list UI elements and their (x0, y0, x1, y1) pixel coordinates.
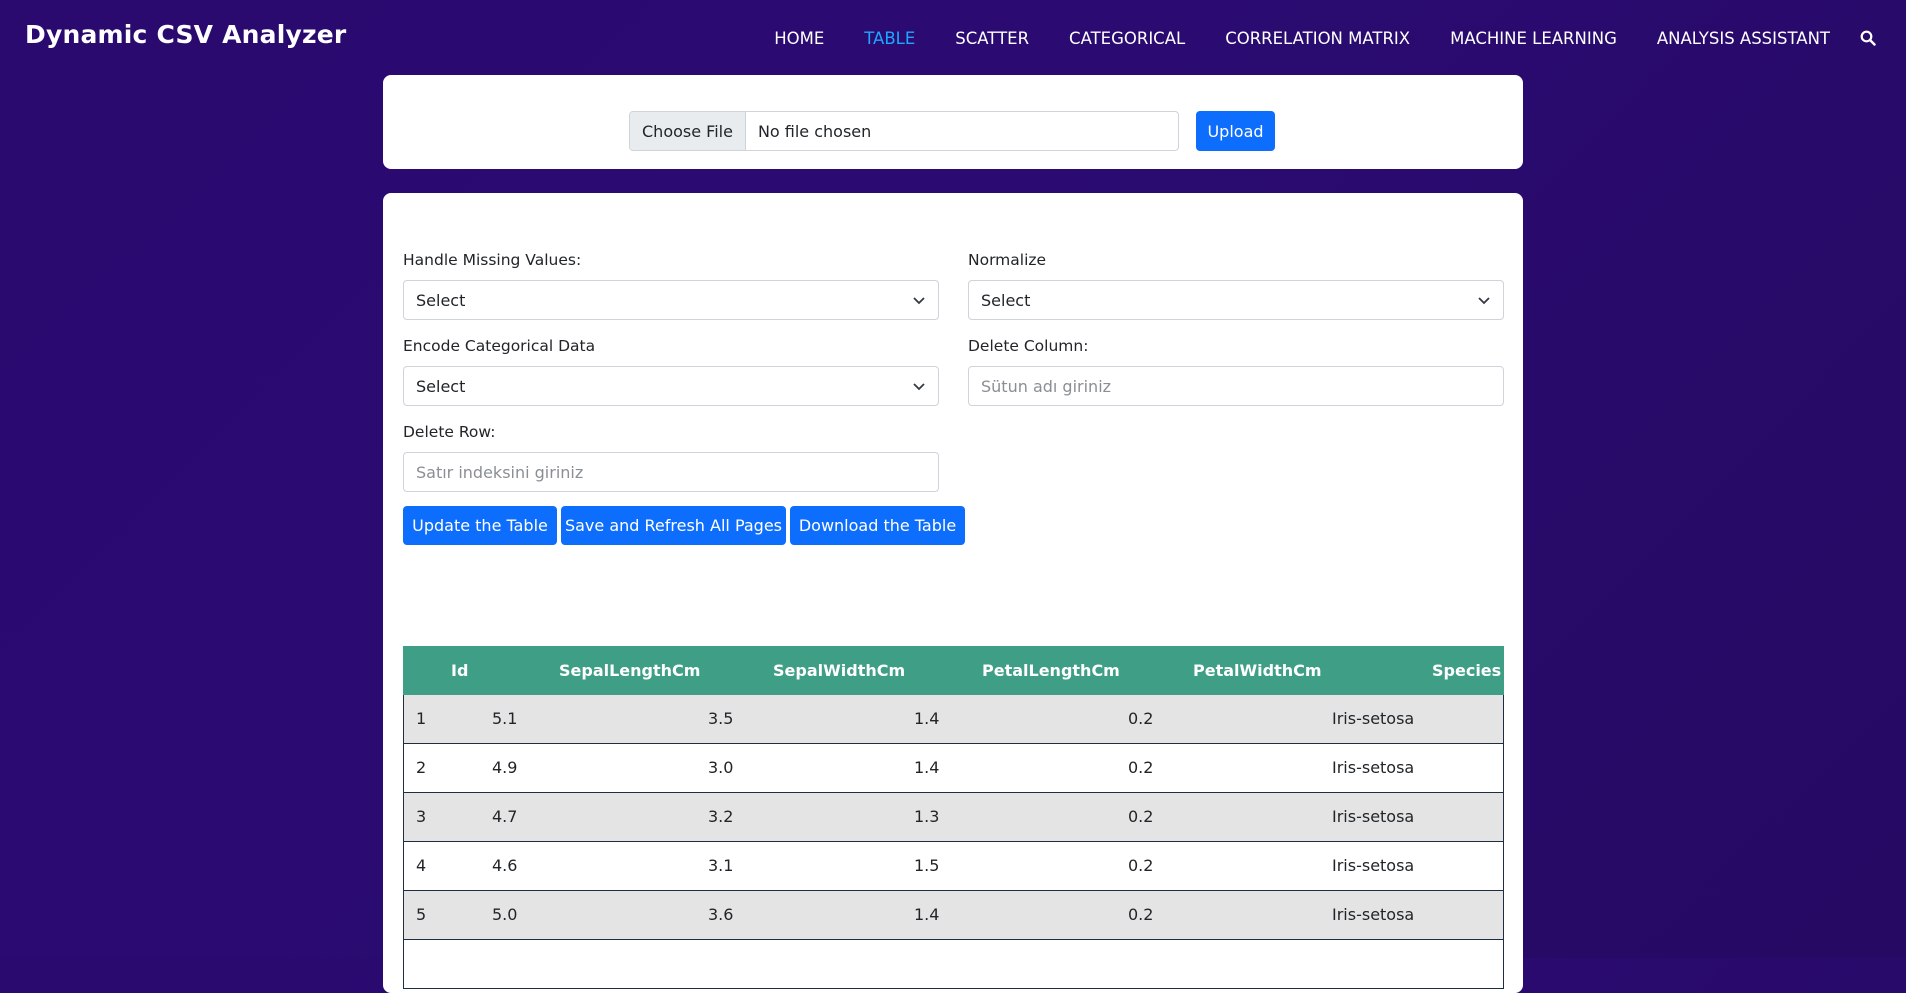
download-table-button[interactable]: Download the Table (790, 506, 965, 545)
column-header-sepal-length[interactable]: SepalLengthCm (559, 661, 700, 680)
cell-petal-width: 0.2 (1128, 709, 1154, 728)
chevron-down-icon (913, 297, 925, 305)
cell-id: 2 (416, 758, 427, 777)
cell-petal-length: 1.3 (914, 807, 940, 826)
cell-sepal-length: 5.1 (492, 709, 518, 728)
table-row: 4 4.6 3.1 1.5 0.2 Iris-setosa (403, 842, 1504, 891)
column-header-species[interactable]: Species (1432, 661, 1501, 680)
file-status-text: No file chosen (757, 121, 872, 141)
cell-sepal-width: 3.6 (708, 905, 734, 924)
cell-petal-length: 1.5 (914, 856, 940, 875)
encode-categorical-select[interactable]: Select (403, 366, 939, 406)
cell-id: 1 (416, 709, 427, 728)
normalize-label: Normalize (968, 251, 1047, 269)
chevron-down-icon (913, 383, 925, 391)
cell-species: Iris-setosa (1332, 807, 1415, 826)
normalize-select[interactable]: Select (968, 280, 1504, 320)
table-row: 2 4.9 3.0 1.4 0.2 Iris-setosa (403, 744, 1504, 793)
cell-sepal-width: 3.1 (708, 856, 734, 875)
delete-column-label: Delete Column: (968, 337, 1089, 355)
column-header-sepal-width[interactable]: SepalWidthCm (773, 661, 905, 680)
normalize-selected: Select (981, 290, 1031, 310)
delete-column-input[interactable]: Sütun adı giriniz (968, 366, 1504, 406)
update-table-button[interactable]: Update the Table (403, 506, 557, 545)
nav-item-home[interactable]: HOME (774, 29, 824, 48)
cell-id: 5 (416, 905, 427, 924)
table-header-row: Id SepalLengthCm SepalWidthCm PetalLengt… (403, 646, 1504, 695)
column-header-id[interactable]: Id (451, 661, 468, 680)
column-header-petal-width[interactable]: PetalWidthCm (1193, 661, 1322, 680)
nav-item-table[interactable]: TABLE (864, 29, 915, 48)
table-row-partial (403, 940, 1504, 989)
column-header-petal-length[interactable]: PetalLengthCm (982, 661, 1120, 680)
cell-id: 4 (416, 856, 427, 875)
cell-sepal-width: 3.5 (708, 709, 734, 728)
encode-categorical-label: Encode Categorical Data (403, 337, 596, 355)
data-table: Id SepalLengthCm SepalWidthCm PetalLengt… (403, 646, 1504, 989)
upload-card: Choose File No file chosen Upload (383, 75, 1523, 169)
encode-categorical-selected: Select (416, 376, 466, 396)
cell-species: Iris-setosa (1332, 758, 1415, 777)
cell-species: Iris-setosa (1332, 709, 1415, 728)
cell-sepal-length: 4.9 (492, 758, 518, 777)
cell-sepal-length: 4.6 (492, 856, 518, 875)
cell-id: 3 (416, 807, 427, 826)
cell-sepal-length: 4.7 (492, 807, 518, 826)
cell-sepal-length: 5.0 (492, 905, 518, 924)
cell-sepal-width: 3.0 (708, 758, 734, 777)
missing-values-selected: Select (416, 290, 466, 310)
cell-petal-length: 1.4 (914, 758, 940, 777)
choose-file-button[interactable]: Choose File (630, 112, 746, 150)
file-input[interactable]: Choose File No file chosen (629, 111, 1179, 151)
table-row: 1 5.1 3.5 1.4 0.2 Iris-setosa (403, 695, 1504, 744)
nav-item-categorical[interactable]: CATEGORICAL (1069, 29, 1185, 48)
search-icon[interactable] (1860, 30, 1876, 46)
table-row: 3 4.7 3.2 1.3 0.2 Iris-setosa (403, 793, 1504, 842)
missing-values-select[interactable]: Select (403, 280, 939, 320)
save-refresh-button[interactable]: Save and Refresh All Pages (561, 506, 786, 545)
nav-item-correlation-matrix[interactable]: CORRELATION MATRIX (1225, 29, 1410, 48)
chevron-down-icon (1478, 297, 1490, 305)
table-row: 5 5.0 3.6 1.4 0.2 Iris-setosa (403, 891, 1504, 940)
cell-petal-length: 1.4 (914, 905, 940, 924)
nav-item-machine-learning[interactable]: MACHINE LEARNING (1450, 29, 1617, 48)
nav-links: HOME TABLE SCATTER CATEGORICAL CORRELATI… (774, 26, 1906, 50)
cell-species: Iris-setosa (1332, 905, 1415, 924)
cell-petal-width: 0.2 (1128, 905, 1154, 924)
upload-button[interactable]: Upload (1196, 111, 1275, 151)
main-card: Handle Missing Values: Select Normalize … (383, 193, 1523, 993)
nav-item-scatter[interactable]: SCATTER (955, 29, 1029, 48)
cell-petal-length: 1.4 (914, 709, 940, 728)
cell-petal-width: 0.2 (1128, 758, 1154, 777)
navbar: Dynamic CSV Analyzer HOME TABLE SCATTER … (0, 0, 1906, 74)
cell-species: Iris-setosa (1332, 856, 1415, 875)
cell-petal-width: 0.2 (1128, 856, 1154, 875)
cell-petal-width: 0.2 (1128, 807, 1154, 826)
app-brand[interactable]: Dynamic CSV Analyzer (25, 20, 346, 49)
nav-item-analysis-assistant[interactable]: ANALYSIS ASSISTANT (1657, 29, 1830, 48)
delete-row-input[interactable]: Satır indeksini giriniz (403, 452, 939, 492)
cell-sepal-width: 3.2 (708, 807, 734, 826)
delete-row-label: Delete Row: (403, 423, 496, 441)
missing-values-label: Handle Missing Values: (403, 251, 582, 269)
